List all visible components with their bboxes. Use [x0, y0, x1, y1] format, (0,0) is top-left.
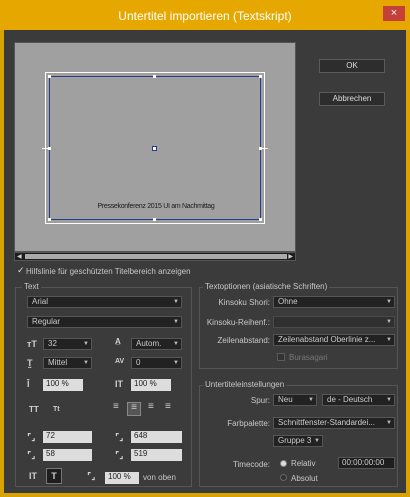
text-color-icon[interactable]: IT	[29, 471, 37, 481]
preview-panel: Pressekonferenz 2015 UI am Nachmittag	[14, 42, 296, 252]
leading-icon: A̲	[115, 337, 121, 346]
vertical-align-select[interactable]: Mittel ▼	[43, 357, 92, 369]
position-x-field[interactable]: 72	[43, 431, 92, 443]
caption-preview-text: Pressekonferenz 2015 UI am Nachmittag	[97, 203, 215, 210]
chevron-down-icon: ▼	[173, 319, 179, 325]
resize-handle[interactable]	[153, 218, 156, 221]
baseline-icon: T̰	[27, 358, 33, 368]
leading-select[interactable]: Autom. ▼	[131, 338, 182, 350]
horizontal-scale-field[interactable]: 100 %	[43, 379, 83, 391]
align-left-icon[interactable]: ≡	[113, 402, 119, 412]
chevron-down-icon: ▼	[173, 299, 179, 305]
resize-handle[interactable]	[259, 218, 262, 221]
chevron-down-icon: ▼	[386, 420, 392, 426]
chevron-down-icon: ▼	[173, 341, 179, 347]
zeilenabstand-select[interactable]: Zeilenabstand Oberlinie z... ▼	[273, 334, 395, 346]
crosshair-right	[262, 148, 268, 149]
safe-area-label: Hilfslinie für geschützten Titelbereich …	[26, 267, 191, 276]
horizontal-scrollbar[interactable]: ◀ ▶	[14, 252, 296, 261]
burasagari-label: Burasagari	[289, 353, 328, 362]
position-y-icon: ⌜⌟	[27, 450, 36, 460]
scroll-right-icon[interactable]: ▶	[288, 253, 293, 260]
dialog-body: Pressekonferenz 2015 UI am Nachmittag ◀ …	[4, 30, 406, 493]
subtitle-settings-title: Untertiteleinstellungen	[203, 380, 287, 389]
absolut-radio[interactable]	[280, 474, 287, 481]
horizontal-scale-icon: Ī	[27, 379, 30, 389]
timecode-field[interactable]: 00:00:00:00	[338, 457, 395, 469]
justify-icon[interactable]: ≡	[165, 402, 171, 412]
vertical-scale-field[interactable]: 100 %	[131, 379, 171, 391]
align-right-icon[interactable]: ≡	[148, 402, 154, 412]
burasagari-checkbox[interactable]	[277, 353, 285, 361]
center-handle[interactable]	[152, 146, 157, 151]
tracking-select[interactable]: 0 ▼	[131, 357, 182, 369]
small-caps-icon[interactable]: Tt	[53, 405, 60, 415]
chevron-down-icon: ▼	[308, 397, 314, 403]
chevron-down-icon: ▼	[83, 341, 89, 347]
width-field[interactable]: 648	[131, 431, 182, 443]
font-family-select[interactable]: Arial ▼	[27, 296, 182, 308]
all-caps-icon[interactable]: TT	[29, 405, 39, 415]
background-opacity-icon: ⌜⌟	[87, 471, 96, 481]
resize-handle[interactable]	[48, 75, 51, 78]
chevron-down-icon: ▼	[314, 438, 320, 444]
chevron-down-icon: ▼	[386, 397, 392, 403]
scroll-thumb[interactable]	[25, 254, 287, 259]
scroll-left-icon[interactable]: ◀	[17, 253, 22, 260]
resize-handle[interactable]	[153, 75, 156, 78]
background-color-icon[interactable]: T	[46, 468, 62, 484]
vertical-scale-icon: IT	[115, 379, 123, 389]
relativ-radio[interactable]	[280, 460, 287, 467]
timecode-label: Timecode:	[232, 460, 270, 469]
absolut-label: Absolut	[291, 474, 318, 483]
tracking-icon: AV	[115, 358, 125, 365]
spur-label: Spur:	[250, 396, 270, 405]
position-y-field[interactable]: 58	[43, 449, 92, 461]
chevron-down-icon: ▼	[386, 337, 392, 343]
resize-handle[interactable]	[259, 75, 262, 78]
crosshair-left	[42, 148, 48, 149]
asian-options-title: Textoptionen (asiatische Schriften)	[203, 282, 330, 291]
font-size-select[interactable]: 32 ▼	[43, 338, 92, 350]
background-label: von oben	[143, 473, 176, 482]
farbpalette-label: Farbpalette:	[227, 419, 270, 428]
farbpalette-select[interactable]: Schnittfenster-Standardei... ▼	[273, 417, 395, 429]
relativ-label: Relativ	[291, 459, 316, 468]
height-icon: ⌜⌟	[115, 450, 124, 460]
kinsoku-shori-label: Kinsoku Shori:	[218, 298, 270, 307]
cancel-button[interactable]: Abbrechen	[319, 92, 385, 106]
close-button[interactable]: ×	[383, 6, 405, 21]
kinsoku-reihenf-select[interactable]: ▼	[273, 316, 395, 328]
zeilenabstand-label: Zeilenabstand:	[217, 336, 270, 345]
position-x-icon: ⌜⌟	[27, 432, 36, 442]
background-opacity-field[interactable]: 100 %	[105, 472, 139, 484]
font-style-select[interactable]: Regular ▼	[27, 316, 182, 328]
resize-handle[interactable]	[48, 147, 51, 150]
text-group-title: Text	[22, 282, 41, 291]
language-select[interactable]: de - Deutsch ▼	[322, 394, 395, 406]
chevron-down-icon: ▼	[173, 360, 179, 366]
spur-select[interactable]: Neu ▼	[273, 394, 317, 406]
kinsoku-shori-select[interactable]: Ohne ▼	[273, 296, 395, 308]
title-bar: Untertitel importieren (Textskript) ×	[0, 0, 410, 30]
ok-button[interactable]: OK	[319, 59, 385, 73]
height-field[interactable]: 519	[131, 449, 182, 461]
safe-area-checkbox[interactable]: ✓	[17, 266, 26, 275]
width-icon: ⌜⌟	[115, 432, 124, 442]
resize-handle[interactable]	[48, 218, 51, 221]
kinsoku-reihenf-label: Kinsoku-Reihenf.:	[206, 318, 270, 327]
gruppe-select[interactable]: Gruppe 3 ▼	[273, 435, 323, 447]
chevron-down-icon: ▼	[386, 299, 392, 305]
font-size-icon: ᴛT	[27, 339, 37, 349]
chevron-down-icon: ▼	[83, 360, 89, 366]
chevron-down-icon: ▼	[386, 319, 392, 325]
window-title: Untertitel importieren (Textskript)	[118, 9, 292, 23]
align-center-icon[interactable]: ≡	[127, 402, 141, 416]
